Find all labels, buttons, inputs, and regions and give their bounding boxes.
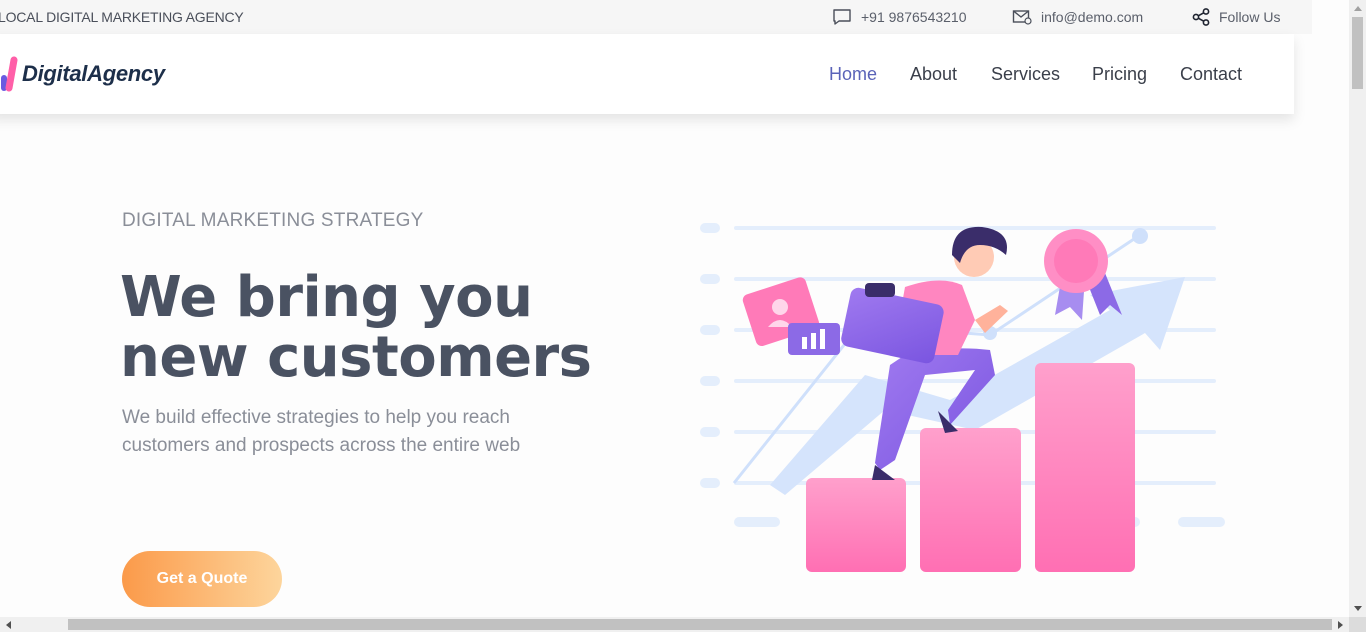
- horizontal-scroll-thumb[interactable]: [68, 619, 1332, 630]
- follow-us-link[interactable]: Follow Us: [1192, 7, 1280, 27]
- scrollbar-corner: [1349, 617, 1366, 632]
- logo[interactable]: DigitalAgency: [0, 54, 165, 94]
- logo-mark-icon: [0, 54, 18, 94]
- email-contact[interactable]: info@demo.com: [1012, 7, 1143, 27]
- nav-about[interactable]: About: [910, 64, 957, 85]
- scroll-up-arrow-icon[interactable]: [1349, 0, 1366, 17]
- hero-eyebrow: DIGITAL MARKETING STRATEGY: [122, 210, 424, 231]
- bar-medium: [920, 428, 1021, 572]
- nav-services[interactable]: Services: [991, 64, 1060, 85]
- nav-contact[interactable]: Contact: [1180, 64, 1242, 85]
- follow-us-label: Follow Us: [1219, 9, 1281, 25]
- vertical-scrollbar[interactable]: [1349, 0, 1366, 617]
- hero-subtext: We build effective strategies to help yo…: [122, 407, 521, 456]
- person-climbing-bar-chart-illustration: [700, 223, 1225, 572]
- chart-card-icon: [788, 323, 840, 355]
- bar-small: [806, 478, 906, 572]
- logo-text: DigitalAgency: [22, 61, 165, 86]
- nav-pricing[interactable]: Pricing: [1092, 64, 1147, 85]
- hero-headline: We bring you new customers: [120, 268, 640, 388]
- nav-home[interactable]: Home: [829, 64, 877, 85]
- page: LOCAL DIGITAL MARKETING AGENCY +91 98765…: [0, 0, 1349, 617]
- get-a-quote-button[interactable]: Get a Quote: [122, 551, 282, 607]
- phone-contact[interactable]: +91 9876543210: [832, 7, 967, 27]
- top-bar: LOCAL DIGITAL MARKETING AGENCY +91 98765…: [0, 0, 1312, 34]
- chat-bubble-icon: [833, 9, 851, 25]
- bar-large: [1035, 363, 1135, 572]
- horizontal-scrollbar[interactable]: [0, 617, 1349, 632]
- share-icon: [1192, 8, 1210, 26]
- scroll-left-arrow-icon[interactable]: [0, 617, 17, 632]
- phone-number: +91 9876543210: [861, 9, 967, 25]
- agency-tagline: LOCAL DIGITAL MARKETING AGENCY: [0, 9, 244, 25]
- main-header: DigitalAgency Home About Services Pricin…: [0, 34, 1294, 114]
- hero-headline-line-1: We bring you: [120, 265, 533, 330]
- envelope-icon: [1012, 10, 1032, 25]
- scroll-down-arrow-icon[interactable]: [1349, 600, 1366, 617]
- hero-headline-line-2: new customers: [120, 325, 592, 390]
- scroll-right-arrow-icon[interactable]: [1332, 617, 1349, 632]
- vertical-scroll-thumb[interactable]: [1352, 17, 1363, 89]
- email-address: info@demo.com: [1041, 9, 1144, 25]
